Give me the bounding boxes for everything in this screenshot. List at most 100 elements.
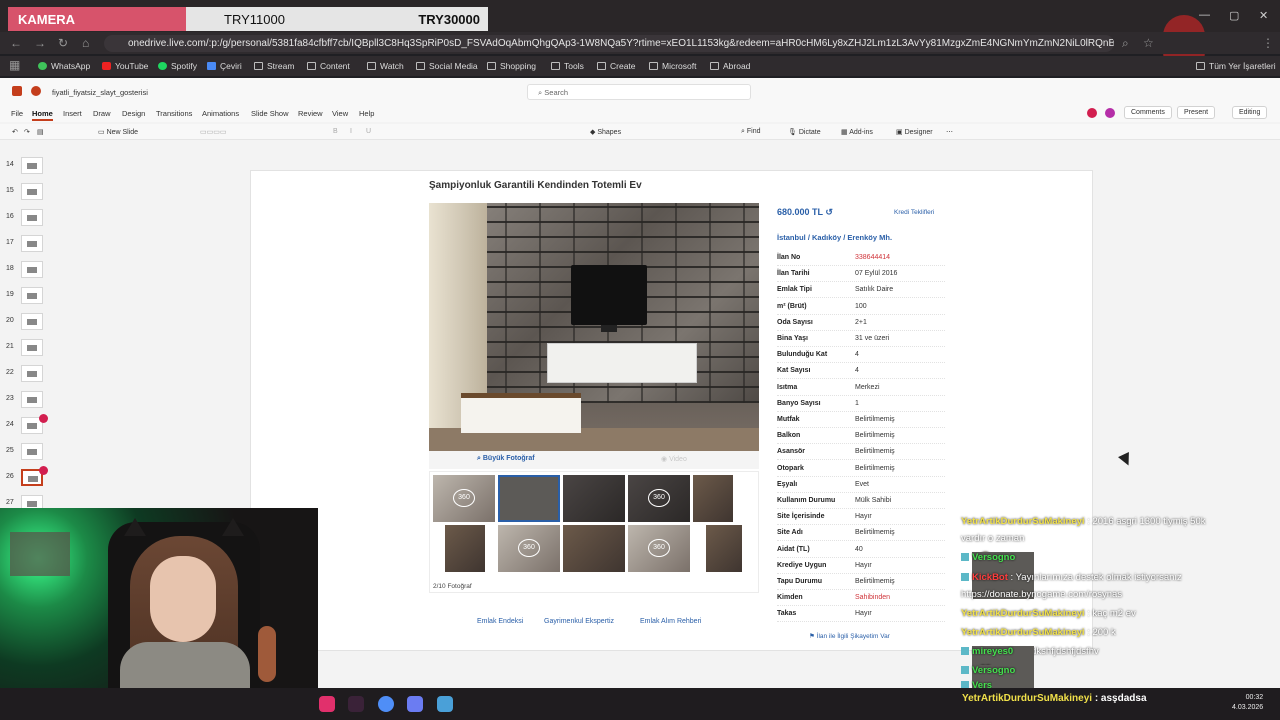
gallery-thumb[interactable]: 360 bbox=[498, 525, 560, 572]
bookmark-content[interactable]: Content bbox=[307, 61, 350, 71]
slide-thumbnail[interactable]: 16 bbox=[0, 206, 64, 232]
document-title[interactable]: fiyatli_fiyatsiz_slayt_gosterisi bbox=[52, 88, 148, 97]
slide-preview bbox=[21, 261, 43, 278]
present-button[interactable]: Present bbox=[1177, 106, 1216, 119]
bookmark-tools[interactable]: Tools bbox=[551, 61, 584, 71]
slide-thumbnail[interactable]: 22 bbox=[0, 362, 64, 388]
slide-thumbnail[interactable]: 20 bbox=[0, 310, 64, 336]
gallery-thumb[interactable] bbox=[445, 525, 485, 572]
shapes-button[interactable]: ◆ Shapes bbox=[590, 128, 621, 136]
slide-thumbnail[interactable]: 24 bbox=[0, 414, 64, 440]
bookmark-social-media[interactable]: Social Media bbox=[416, 61, 478, 71]
collab-avatar[interactable] bbox=[1105, 108, 1115, 118]
tiktok-icon[interactable] bbox=[319, 696, 335, 712]
bookmark-spotify[interactable]: Spotify bbox=[158, 61, 197, 71]
underline-icon[interactable]: U bbox=[366, 128, 371, 135]
minimize-icon[interactable]: — bbox=[1199, 9, 1210, 21]
bookmark-stream[interactable]: Stream bbox=[254, 61, 294, 71]
big-photo-link[interactable]: ⌕ Büyük Fotoğraf bbox=[477, 455, 535, 463]
gallery-thumb[interactable]: 360 bbox=[628, 525, 690, 572]
font-selector[interactable]: ▭▭▭▭ bbox=[200, 128, 226, 136]
system-clock[interactable]: 00:32 4.03.2026 bbox=[1232, 693, 1263, 713]
listing-location[interactable]: İstanbul / Kadıköy / Erenköy Mh. bbox=[777, 233, 892, 242]
slide-thumbnail-selected[interactable]: 26 bbox=[0, 466, 64, 492]
bookmark-whatsapp[interactable]: WhatsApp bbox=[38, 61, 90, 71]
tab-transitions[interactable]: Transitions bbox=[156, 109, 192, 118]
app-icon[interactable] bbox=[407, 696, 423, 712]
search-box[interactable]: ⌕ Search bbox=[527, 84, 751, 100]
chrome-icon[interactable] bbox=[378, 696, 394, 712]
slide-thumbnail[interactable]: 17 bbox=[0, 232, 64, 258]
history-icon[interactable]: ↺ bbox=[825, 207, 833, 217]
gallery-thumb-selected[interactable] bbox=[498, 475, 560, 522]
gallery-thumb[interactable]: 360 bbox=[628, 475, 690, 522]
gallery-thumb[interactable] bbox=[706, 525, 742, 572]
bookmark-ceviri[interactable]: Çeviri bbox=[207, 61, 242, 71]
ekspertiz-link[interactable]: Gayrimenkul Ekspertiz bbox=[544, 618, 614, 625]
tab-view[interactable]: View bbox=[332, 109, 348, 118]
new-slide-button[interactable]: ▭ New Slide bbox=[98, 128, 138, 136]
slide-thumbnail[interactable]: 18 bbox=[0, 258, 64, 284]
tab-help[interactable]: Help bbox=[359, 109, 374, 118]
addins-button[interactable]: ▦ Add-ins bbox=[841, 128, 873, 136]
all-bookmarks[interactable]: Tüm Yer İşaretleri bbox=[1196, 61, 1276, 71]
dictate-button[interactable]: 🎙 Dictate bbox=[788, 128, 821, 136]
collab-avatar[interactable] bbox=[1087, 108, 1097, 118]
tab-home[interactable]: Home bbox=[32, 109, 53, 121]
tab-review[interactable]: Review bbox=[298, 109, 323, 118]
star-icon[interactable]: ☆ bbox=[1143, 36, 1154, 50]
editing-mode-button[interactable]: Editing bbox=[1232, 106, 1268, 119]
main-listing-photo[interactable] bbox=[429, 203, 759, 451]
gallery-thumb[interactable] bbox=[563, 525, 625, 572]
bookmark-create[interactable]: Create bbox=[597, 61, 636, 71]
close-icon[interactable]: ✕ bbox=[1259, 9, 1268, 22]
tab-insert[interactable]: Insert bbox=[63, 109, 82, 118]
tab-file[interactable]: File bbox=[11, 109, 23, 118]
forward-icon[interactable]: → bbox=[34, 36, 46, 50]
tab-slide-show[interactable]: Slide Show bbox=[251, 109, 289, 118]
back-icon[interactable]: ← bbox=[10, 36, 22, 50]
comments-button[interactable]: Comments bbox=[1124, 106, 1172, 119]
app-launcher-icon[interactable] bbox=[12, 86, 22, 96]
italic-icon[interactable]: I bbox=[350, 128, 352, 135]
redo-icon[interactable]: ↷ bbox=[24, 128, 30, 136]
apps-grid-icon[interactable]: ▦ bbox=[9, 58, 20, 72]
home-icon[interactable]: ⌂ bbox=[82, 36, 89, 50]
folder-icon bbox=[649, 62, 658, 70]
bookmark-watch[interactable]: Watch bbox=[367, 61, 404, 71]
reload-icon[interactable]: ↻ bbox=[58, 36, 68, 50]
slide-thumbnail[interactable]: 23 bbox=[0, 388, 64, 414]
url-bar[interactable]: onedrive.live.com/:p:/g/personal/5381fa8… bbox=[104, 35, 1114, 52]
app-icon[interactable] bbox=[348, 696, 364, 712]
alim-rehberi-link[interactable]: Emlak Alım Rehberi bbox=[640, 618, 701, 625]
complaint-link[interactable]: ⚑ İlan ile İlgili Şikayetim Var bbox=[809, 632, 890, 640]
slide-thumbnail[interactable]: 19 bbox=[0, 284, 64, 310]
maximize-icon[interactable]: ▢ bbox=[1229, 9, 1239, 22]
menu-icon[interactable]: ⋮ bbox=[1262, 36, 1274, 50]
slide-thumbnail[interactable]: 15 bbox=[0, 180, 64, 206]
bookmark-microsoft[interactable]: Microsoft bbox=[649, 61, 696, 71]
gallery-thumb[interactable]: 360 bbox=[433, 475, 495, 522]
slide-thumbnail[interactable]: 25 bbox=[0, 440, 64, 466]
emlak-endeksi-link[interactable]: Emlak Endeksi bbox=[477, 618, 523, 625]
bold-icon[interactable]: B bbox=[333, 128, 338, 135]
tab-animations[interactable]: Animations bbox=[202, 109, 239, 118]
undo-icon[interactable]: ↶ bbox=[12, 128, 18, 136]
gallery-thumb[interactable] bbox=[563, 475, 625, 522]
clipboard-icon[interactable]: ▤ bbox=[37, 128, 44, 136]
bookmark-youtube[interactable]: YouTube bbox=[102, 61, 148, 71]
slide-thumbnail[interactable]: 21 bbox=[0, 336, 64, 362]
zoom-icon[interactable]: ⌕ bbox=[1122, 36, 1129, 51]
bookmark-abroad[interactable]: Abroad bbox=[710, 61, 750, 71]
designer-button[interactable]: ▣ Designer bbox=[896, 128, 933, 136]
bookmark-shopping[interactable]: Shopping bbox=[487, 61, 536, 71]
slide-thumbnail[interactable]: 14 bbox=[0, 154, 64, 180]
find-button[interactable]: ⌕ Find bbox=[741, 128, 761, 136]
credit-offers-link[interactable]: Kredi Teklifleri bbox=[894, 209, 934, 216]
tab-design[interactable]: Design bbox=[122, 109, 145, 118]
more-options-icon[interactable]: ⋯ bbox=[946, 128, 953, 136]
gallery-thumb[interactable] bbox=[693, 475, 733, 522]
app-icon[interactable] bbox=[437, 696, 453, 712]
tab-draw[interactable]: Draw bbox=[93, 109, 111, 118]
video-link[interactable]: ◉ Video bbox=[661, 455, 687, 463]
